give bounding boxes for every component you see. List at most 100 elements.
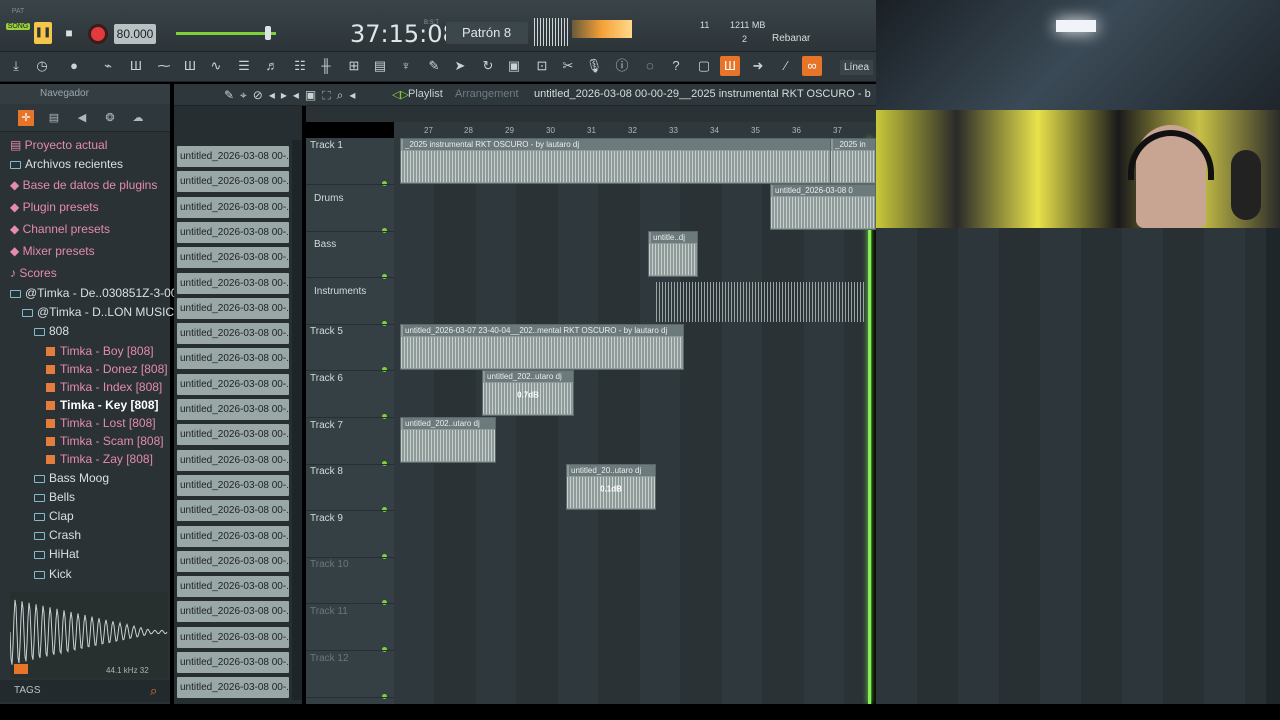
wave-icon[interactable]: ∿: [206, 56, 226, 76]
zoom-bar[interactable]: [306, 106, 876, 122]
browser-item[interactable]: ▤ Proyecto actual: [10, 136, 107, 154]
pattern-item[interactable]: untitled_2026-03-08 00-...: [177, 525, 289, 547]
pattern-item[interactable]: untitled_2026-03-08 00-...: [177, 247, 289, 269]
pattern-item[interactable]: untitled_2026-03-08 00-...: [177, 576, 289, 598]
line-mode-label[interactable]: Línea: [840, 60, 874, 75]
stop-button[interactable]: ■: [60, 24, 78, 42]
pattern-selector[interactable]: Patrón 8: [446, 22, 528, 44]
browser-item[interactable]: HiHat: [34, 545, 79, 563]
pattern-item[interactable]: untitled_2026-03-08 00-...: [177, 348, 289, 370]
tempo-display[interactable]: 80.000: [114, 24, 156, 44]
audio-clip[interactable]: _2025 instrumental RKT OSCURO - by lauta…: [400, 138, 870, 184]
audio-clip[interactable]: untitle..dj: [648, 231, 698, 277]
track-name[interactable]: Track 11: [310, 606, 348, 617]
pattern-item[interactable]: untitled_2026-03-08 00-...: [177, 550, 289, 572]
track-name[interactable]: Track 5: [310, 326, 343, 337]
browser-item[interactable]: Kick: [34, 565, 72, 583]
browser-item[interactable]: Timka - Index [808]: [46, 378, 162, 396]
mixer-icon[interactable]: ╫: [316, 56, 336, 76]
pattern-item[interactable]: untitled_2026-03-08 00-...: [177, 601, 289, 623]
pattern-item[interactable]: untitled_2026-03-08 00-...: [177, 399, 289, 420]
step-icon[interactable]: ⁓: [154, 56, 174, 76]
window-icon[interactable]: ▢: [694, 56, 714, 76]
plugin-icon[interactable]: ♆: [396, 56, 416, 76]
master-volume-slider[interactable]: [176, 32, 276, 35]
pause-button[interactable]: ❚❚: [34, 22, 52, 44]
audio-clip[interactable]: untitled_2026-03-08 0: [770, 184, 876, 230]
playlist-icon[interactable]: ☰: [234, 56, 254, 76]
pattern-item[interactable]: untitled_2026-03-08 00-...: [177, 424, 289, 446]
browser-item[interactable]: 808: [34, 322, 69, 340]
mixer-bars-icon[interactable]: Ш: [180, 56, 200, 76]
browser-item[interactable]: ◆ Plugin presets: [10, 198, 99, 216]
speaker-tab-icon[interactable]: ◀: [74, 110, 90, 126]
pen-icon[interactable]: ⁄: [776, 56, 796, 76]
metronome-icon[interactable]: ◷: [32, 56, 52, 76]
audio-clip[interactable]: _2025 in: [830, 138, 876, 184]
microphone-icon[interactable]: 🎙: [584, 56, 604, 76]
pattern-list-scrollbar[interactable]: [292, 140, 302, 700]
help-icon[interactable]: ?: [666, 56, 686, 76]
audio-clip[interactable]: untitled_202..utaro dj: [400, 417, 496, 463]
track-name[interactable]: Track 12: [310, 653, 349, 664]
browser-item[interactable]: Timka - Zay [808]: [46, 450, 153, 468]
track-name[interactable]: Track 1: [310, 140, 343, 151]
link-icon[interactable]: ∞: [802, 56, 822, 76]
vertical-scrollbar[interactable]: [1266, 228, 1280, 704]
browser-item[interactable]: Archivos recientes: [10, 155, 123, 173]
browser-item[interactable]: Timka - Key [808]: [46, 396, 159, 414]
tags-bar[interactable]: TAGS ⌕: [0, 680, 170, 702]
browser-item[interactable]: ◆ Channel presets: [10, 220, 110, 238]
browser-item[interactable]: Bells: [34, 488, 75, 506]
pattern-item[interactable]: untitled_2026-03-08 00-...: [177, 323, 289, 345]
pattern-item[interactable]: untitled_2026-03-08 00-...: [177, 626, 289, 648]
track-name[interactable]: Track 6: [310, 373, 343, 384]
pattern-item[interactable]: untitled_2026-03-08 00-...: [177, 373, 289, 395]
project-icon[interactable]: ▤: [370, 56, 390, 76]
browser-item[interactable]: Clap: [34, 507, 74, 525]
pattern-icon[interactable]: Ш: [126, 56, 146, 76]
save-icon[interactable]: ▣: [504, 56, 524, 76]
pattern-item[interactable]: untitled_2026-03-08 00-...: [177, 171, 289, 193]
cloud-tab-icon[interactable]: ☁: [130, 110, 146, 126]
cpu-icon[interactable]: ⊡: [532, 56, 552, 76]
track-name[interactable]: Bass: [314, 239, 336, 250]
instruments-waveform[interactable]: [656, 282, 866, 322]
playlist-tool-icons[interactable]: ✎⌖⊘◂▸◂▣⛶⌕◂: [224, 88, 361, 103]
audio-clip[interactable]: untitled_2026-03-07 23-40-04__202..menta…: [400, 324, 684, 370]
track-name[interactable]: Instruments: [314, 286, 366, 297]
piano-roll-icon[interactable]: ♬: [262, 56, 282, 76]
browser-item[interactable]: ◆ Base de datos de plugins: [10, 176, 157, 194]
browser-item[interactable]: Crash: [34, 526, 81, 544]
song-time-display[interactable]: 37:15:08: [350, 20, 458, 48]
snap-label[interactable]: Rebanar: [772, 33, 810, 44]
plugin-tab-icon[interactable]: ❂: [102, 110, 118, 126]
track-name[interactable]: Track 8: [310, 466, 343, 477]
keyboard-icon[interactable]: Ш: [720, 56, 740, 76]
pattern-item[interactable]: untitled_2026-03-08 00-...: [177, 297, 289, 319]
tool-icon[interactable]: ⌁: [98, 56, 118, 76]
volume-knob[interactable]: [265, 26, 271, 40]
browser-item[interactable]: Timka - Boy [808]: [46, 342, 154, 360]
browser-item[interactable]: @Timka - De..030851Z-3-001: [10, 284, 184, 302]
pattern-item[interactable]: untitled_2026-03-08 00-...: [177, 677, 289, 699]
channel-rack-icon[interactable]: ☷: [290, 56, 310, 76]
pattern-item[interactable]: untitled_2026-03-08 00-...: [177, 474, 289, 496]
browser-item[interactable]: Timka - Scam [808]: [46, 432, 164, 450]
pattern-item[interactable]: untitled_2026-03-08 00-...: [177, 652, 289, 673]
pat-song-switch[interactable]: PAT SONG: [6, 6, 30, 46]
browser-item[interactable]: Bass Moog: [34, 469, 109, 487]
arrow-icon[interactable]: ➤: [450, 56, 470, 76]
browser-item[interactable]: Timka - Donez [808]: [46, 360, 168, 378]
browser-item[interactable]: @Timka - D..LON MUSIC_: [22, 303, 181, 321]
playlist-arrow-icon[interactable]: ◁▷: [392, 88, 409, 101]
playlist-subtitle[interactable]: Arrangement: [455, 88, 519, 100]
track-name[interactable]: Track 10: [310, 559, 349, 570]
pattern-item[interactable]: untitled_2026-03-08 00-...: [177, 221, 289, 243]
pattern-item[interactable]: untitled_2026-03-08 00-...: [177, 196, 289, 218]
record-button[interactable]: [88, 24, 108, 44]
sample-preview-waveform[interactable]: 44.1 kHz 32: [9, 592, 168, 678]
track-name[interactable]: Track 7: [310, 420, 343, 431]
audio-clip[interactable]: untitled_202..utaro dj 0.7dB: [482, 370, 574, 416]
edit-icon[interactable]: ✎: [424, 56, 444, 76]
